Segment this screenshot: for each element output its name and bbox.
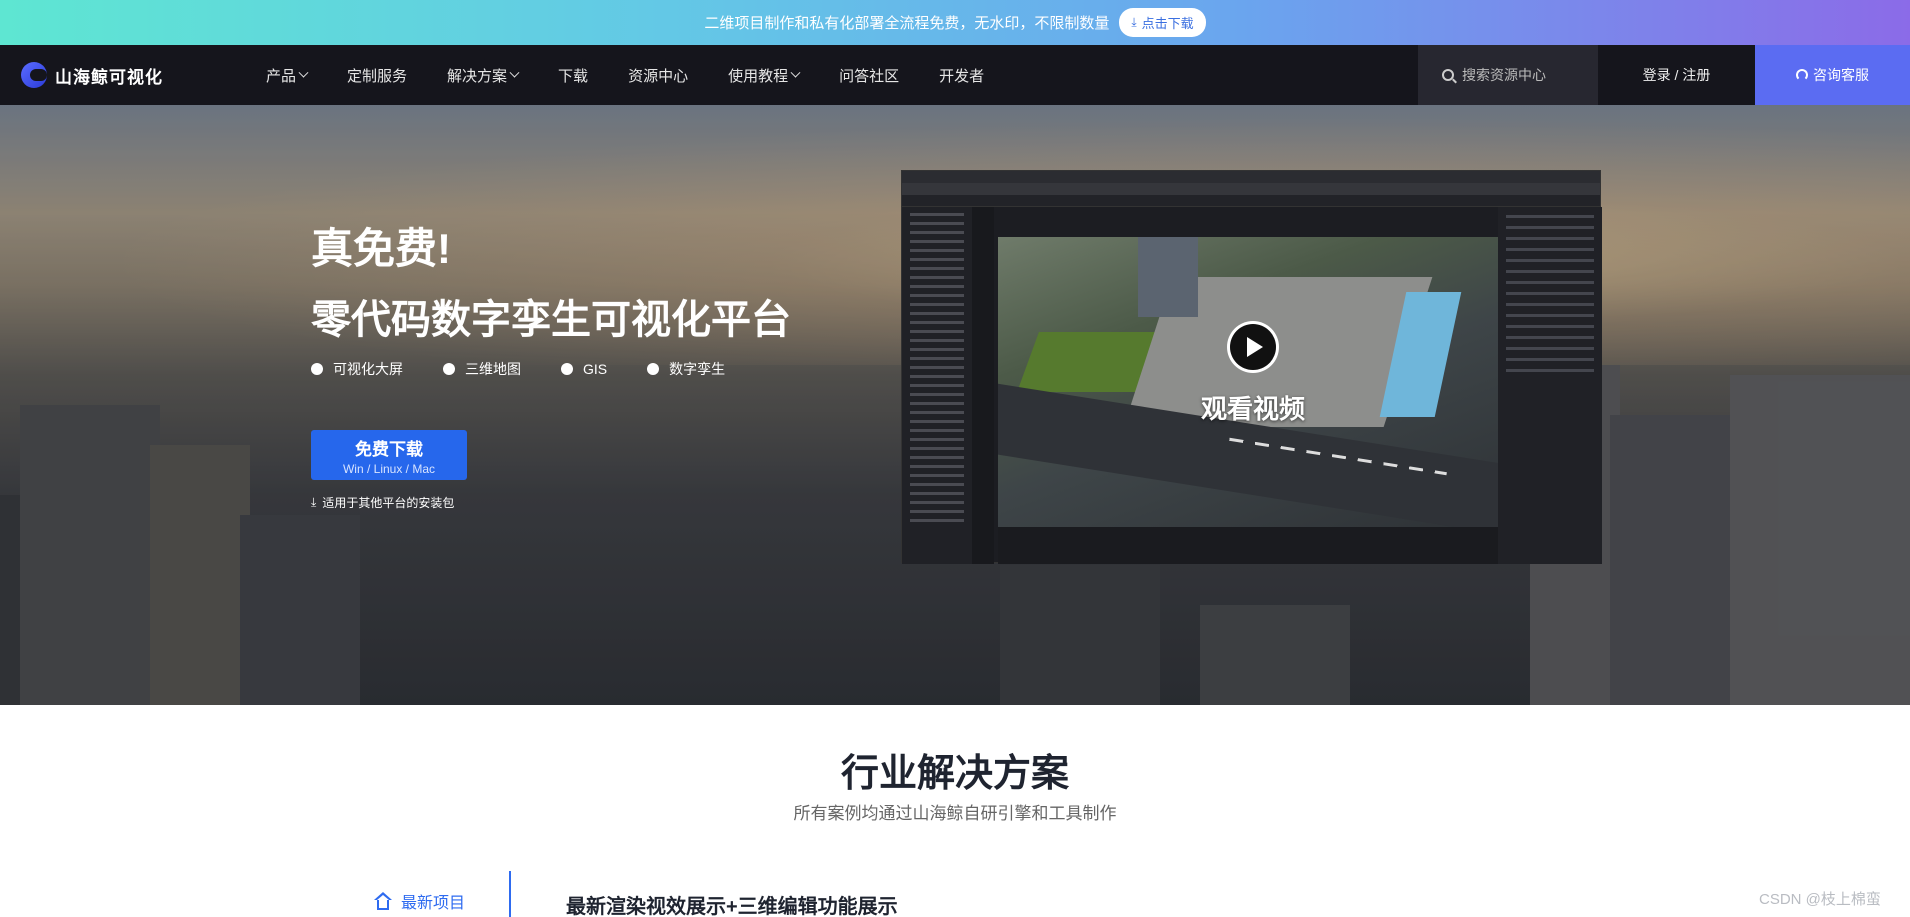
tag-label: GIS bbox=[583, 361, 608, 377]
menu-item-community[interactable]: 问答社区 bbox=[839, 65, 899, 86]
menu-item-tutorials[interactable]: 使用教程 bbox=[728, 65, 801, 86]
download-platforms-label: Win / Linux / Mac bbox=[342, 461, 436, 476]
editor-icon-column bbox=[972, 207, 994, 564]
menu-item-solutions[interactable]: 解决方案 bbox=[447, 65, 520, 86]
menu-label: 解决方案 bbox=[447, 67, 508, 85]
video-preview[interactable]: 观看视频 bbox=[901, 170, 1602, 564]
menu-label: 开发者 bbox=[939, 67, 985, 85]
top-nav: 山海鲸可视化 产品 定制服务 解决方案 下载 资源中心 使用教程 问答社区 开发… bbox=[0, 45, 1910, 105]
feature-tag: 三维地图 bbox=[443, 359, 521, 379]
3d-scene-preview bbox=[998, 237, 1498, 527]
promo-download-label: 点击下载 bbox=[1141, 16, 1194, 31]
section-subtitle: 所有案例均通过山海鲸自研引擎和工具制作 bbox=[793, 804, 1117, 823]
feature-tag: 数字孪生 bbox=[647, 359, 725, 379]
bullet-icon bbox=[561, 363, 573, 375]
bullet-icon bbox=[311, 363, 323, 375]
browser-urlbar bbox=[902, 183, 1600, 195]
login-register-link[interactable]: 登录 / 注册 bbox=[1598, 45, 1755, 105]
download-icon: ⤓ bbox=[1131, 15, 1137, 29]
menu-label: 资源中心 bbox=[628, 67, 689, 85]
logo-icon bbox=[21, 62, 47, 88]
bullet-icon bbox=[443, 363, 455, 375]
editor-properties-panel bbox=[1498, 207, 1602, 564]
consult-button[interactable]: 咨询客服 bbox=[1755, 45, 1910, 105]
bullet-icon bbox=[647, 363, 660, 375]
logo-text: 山海鲸可视化 bbox=[55, 67, 163, 87]
menu-label: 定制服务 bbox=[347, 67, 408, 85]
menu-label: 下载 bbox=[558, 67, 589, 85]
menu-item-resources[interactable]: 资源中心 bbox=[628, 65, 688, 86]
home-icon bbox=[373, 892, 393, 910]
other-platforms-link[interactable]: ⤓ 适用于其他平台的安装包 bbox=[311, 494, 454, 511]
download-icon: ⤓ bbox=[311, 495, 317, 509]
editor-toolbar bbox=[902, 195, 1600, 207]
menu-item-product[interactable]: 产品 bbox=[266, 65, 309, 86]
hero-title: 真免费! bbox=[311, 225, 451, 272]
chevron-down-icon bbox=[509, 67, 520, 78]
search-placeholder: 搜索资源中心 bbox=[1462, 67, 1546, 83]
logo[interactable]: 山海鲸可视化 bbox=[21, 62, 221, 88]
section-title: 行业解决方案 bbox=[840, 753, 1069, 795]
editor-layer-tree bbox=[902, 207, 972, 564]
menu-label: 产品 bbox=[266, 67, 297, 85]
menu-label: 问答社区 bbox=[839, 67, 900, 85]
tag-label: 可视化大屏 bbox=[333, 361, 403, 377]
menu-label: 使用教程 bbox=[728, 67, 789, 85]
play-button[interactable] bbox=[1227, 321, 1279, 373]
menu-item-custom-service[interactable]: 定制服务 bbox=[347, 65, 407, 86]
free-download-button[interactable]: 免费下载 Win / Linux / Mac bbox=[311, 430, 467, 480]
editor-statusbar bbox=[998, 527, 1498, 564]
tab-latest-projects[interactable]: 最新项目 bbox=[373, 889, 465, 913]
download-main-label: 免费下载 bbox=[355, 439, 423, 459]
hero-subtitle: 零代码数字孪生可视化平台 bbox=[311, 298, 791, 342]
main-menu: 产品 定制服务 解决方案 下载 资源中心 使用教程 问答社区 开发者 bbox=[266, 65, 1024, 86]
promo-banner: 二维项目制作和私有化部署全流程免费，无水印，不限制数量 ⤓ 点击下载 bbox=[0, 0, 1910, 45]
play-icon bbox=[1230, 324, 1276, 370]
chevron-down-icon bbox=[790, 67, 801, 78]
hero-section: 真免费! 零代码数字孪生可视化平台 可视化大屏 三维地图 GIS 数字孪生 免费… bbox=[0, 105, 1910, 705]
watermark: CSDN @枝上棉蛮 bbox=[1759, 891, 1881, 908]
other-platforms-label: 适用于其他平台的安装包 bbox=[322, 496, 455, 510]
feature-tags: 可视化大屏 三维地图 GIS 数字孪生 bbox=[311, 359, 765, 379]
tab-divider bbox=[509, 871, 511, 917]
consult-label: 咨询客服 bbox=[1813, 67, 1869, 83]
menu-item-developers[interactable]: 开发者 bbox=[939, 65, 984, 86]
latest-project-title: 最新渲染视效展示+三维编辑功能展示 bbox=[566, 896, 898, 917]
feature-tag: 可视化大屏 bbox=[311, 359, 403, 379]
tag-label: 三维地图 bbox=[465, 361, 521, 377]
menu-item-download[interactable]: 下载 bbox=[558, 65, 588, 86]
promo-download-button[interactable]: ⤓ 点击下载 bbox=[1119, 8, 1206, 37]
tab-latest-label: 最新项目 bbox=[401, 895, 466, 912]
tag-label: 数字孪生 bbox=[669, 361, 726, 377]
search-input[interactable]: 搜索资源中心 bbox=[1418, 45, 1598, 105]
search-icon bbox=[1442, 69, 1454, 81]
watch-video-label: 观看视频 bbox=[1200, 394, 1305, 424]
browser-titlebar bbox=[902, 171, 1600, 183]
chevron-down-icon bbox=[298, 67, 309, 78]
promo-text: 二维项目制作和私有化部署全流程免费，无水印，不限制数量 bbox=[704, 15, 1110, 32]
headset-icon bbox=[1796, 69, 1808, 81]
feature-tag: GIS bbox=[561, 359, 607, 379]
